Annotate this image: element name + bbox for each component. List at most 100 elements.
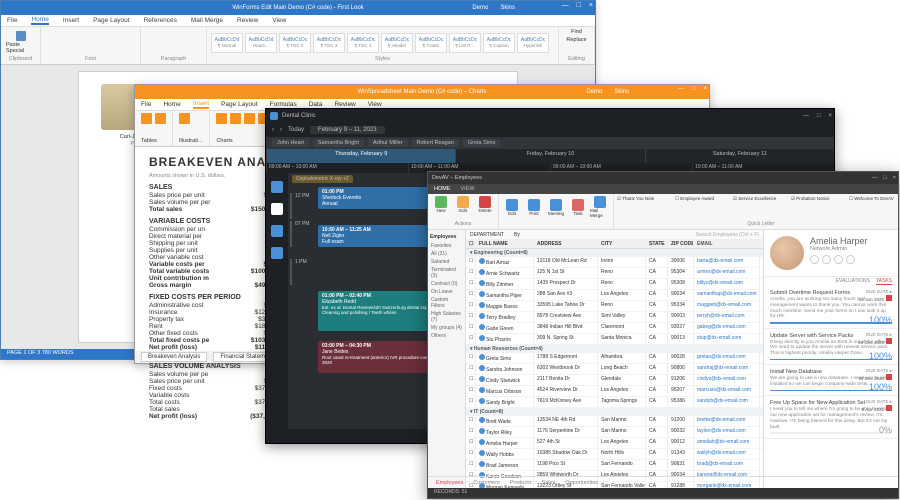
date-range[interactable]: February 9 – 11, 2023 — [310, 126, 385, 134]
minimize-icon[interactable]: — — [678, 86, 684, 92]
nav-item[interactable]: Favorites — [430, 242, 463, 250]
col-state[interactable]: STATE — [646, 240, 668, 248]
maximize-icon[interactable]: □ — [577, 2, 581, 9]
table-row[interactable]: ☐Amelia Harper527 4th StLos AngelesCA900… — [466, 438, 763, 449]
tab-insert[interactable]: Insert — [63, 17, 79, 24]
table-row[interactable]: ☐Taylor Riley1176 Serpentine DrSan Marin… — [466, 427, 763, 438]
chart-icon[interactable] — [244, 113, 255, 124]
next-icon[interactable]: › — [280, 127, 282, 133]
tab-evaluations[interactable]: EVALUATIONS — [836, 278, 870, 285]
person-chip[interactable]: Greta Sims — [463, 139, 501, 147]
find-button[interactable]: Find — [571, 29, 582, 35]
scheduler-titlebar[interactable]: Dental Clinic —□× — [266, 109, 834, 123]
col-zip[interactable]: ZIP CODE — [668, 240, 694, 248]
style-preset[interactable]: AaBbCcDcHyperlink — [517, 33, 549, 53]
data-grid[interactable]: DEPARTMENT By Search Employees (Ctrl + F… — [466, 230, 763, 488]
task-card[interactable]: DUE DATE ▸12 Jan 2020Submit Overtime Req… — [764, 286, 898, 329]
demo-link[interactable]: Demo — [472, 5, 488, 11]
group-row[interactable]: ▾ Human Resources (Count=4) — [466, 345, 763, 353]
maximize-icon[interactable]: □ — [692, 86, 696, 92]
appointment[interactable]: 10:50 AM – 11:25 AMNeil ZiglerFull exam — [318, 225, 428, 247]
crm-titlebar[interactable]: DevAV – Employees —□× — [428, 172, 898, 184]
ribbon-delete-button[interactable]: Delete — [475, 196, 495, 213]
style-preset[interactable]: AaBbCcDc¶ TOC 1 — [347, 33, 379, 53]
table-row[interactable]: ☐Sandy Bright7619 McKinney AveTagoma Spr… — [466, 397, 763, 408]
ribbon-edit-button[interactable]: Edit — [453, 196, 473, 213]
table-row[interactable]: ☐Gabe Green3848 Indian Hill BlvdClaremon… — [466, 323, 763, 334]
table-row[interactable]: ☐Samantha Piper288 San Ave #3Los Angeles… — [466, 290, 763, 301]
appointment[interactable]: 01:00 PMSherlock EverettsAnnual — [318, 187, 428, 209]
tab-home[interactable]: HOME — [434, 186, 451, 192]
style-preset[interactable]: AaBbCcDdHeadi… — [245, 33, 277, 53]
pin-icon[interactable] — [846, 255, 855, 264]
task-card[interactable]: DUE DATE ▸30 Dec 2020Install New Databas… — [764, 365, 898, 396]
ribbon-employee-award-button[interactable]: ☐ Employee Award — [675, 196, 731, 202]
column-headers[interactable]: ☐ FULL NAME ADDRESS CITY STATE ZIP CODE … — [466, 240, 763, 249]
chart-icon[interactable] — [230, 113, 241, 124]
style-preset[interactable]: AaBbCcDc¶ Footer — [415, 33, 447, 53]
paste-button[interactable]: Paste Special — [5, 30, 36, 55]
group-row[interactable]: ▾ Engineering (Count=8) — [466, 249, 763, 257]
ribbon-print-button[interactable]: Print — [524, 199, 544, 216]
tab-references[interactable]: References — [144, 17, 177, 24]
tab-review[interactable]: Review — [237, 17, 258, 24]
person-chip[interactable]: Robert Reagan — [412, 139, 459, 147]
table-row[interactable]: ☐Maggie Baxos33595 Lake Tahoe DrRenoCA95… — [466, 301, 763, 312]
tab-page-layout[interactable]: Page Layout — [93, 17, 130, 24]
ribbon-meeting-button[interactable]: Meeting — [546, 199, 566, 216]
nav-item[interactable]: High Salaries (7) — [430, 310, 463, 324]
table-row[interactable]: ☐Bart Arnaz13118 Old McLean RdIrvineCA30… — [466, 257, 763, 268]
chart-icon[interactable] — [216, 113, 227, 124]
tab-insert[interactable]: Insert — [193, 100, 209, 109]
style-preset[interactable]: AaBbCcDc¶ List P… — [449, 33, 481, 53]
task-card[interactable]: DUE DATE ▸8 Apr 2021Free Up Space for Ne… — [764, 396, 898, 439]
person-chip[interactable]: Arthur Miller — [368, 139, 408, 147]
table-icon[interactable] — [155, 113, 166, 124]
checkbox-col[interactable]: ☐ — [466, 240, 476, 248]
close-icon[interactable]: × — [828, 113, 832, 119]
tab-opportunities[interactable]: Opportunities — [565, 480, 598, 486]
word-titlebar[interactable]: WinForms Edit Main Demo (C# code) - Firs… — [1, 1, 595, 15]
style-preset[interactable]: AaBbCcDc¶ TOC 2 — [279, 33, 311, 53]
table-row[interactable]: ☐Marcus Orbison4524 Riverview DrLos Ange… — [466, 386, 763, 397]
table-row[interactable]: ☐Arnie Schwartz125 N 1st StRenoCA95304ar… — [466, 268, 763, 279]
style-preset[interactable]: AaBbCcDc¶ TOC 3 — [313, 33, 345, 53]
maximize-icon[interactable]: □ — [817, 113, 821, 119]
tab-file[interactable]: File — [7, 17, 17, 24]
style-preset[interactable]: AaBbCcDc¶ Header — [381, 33, 413, 53]
tab-review[interactable]: Review — [334, 101, 355, 108]
close-icon[interactable]: × — [893, 175, 896, 181]
nav-item[interactable]: Terminated (3) — [430, 266, 463, 280]
tab-customers[interactable]: Customers — [473, 480, 500, 486]
day-column[interactable]: Thursday, February 9 — [266, 149, 455, 163]
menu-icon[interactable] — [271, 181, 283, 193]
styles-gallery[interactable]: AaBbCcDd¶ NormalAaBbCcDdHeadi…AaBbCcDc¶ … — [211, 29, 554, 56]
tab-employees[interactable]: Employees — [436, 480, 463, 486]
nav-item[interactable]: All (21) — [430, 250, 463, 258]
col-email[interactable]: EMAIL — [694, 240, 760, 248]
ribbon-edit-button[interactable]: Edit — [502, 199, 522, 216]
day-column[interactable]: Friday, February 10 — [455, 149, 644, 163]
nav-item[interactable]: Custom Filters — [430, 296, 463, 310]
phone-icon[interactable] — [834, 255, 843, 264]
tab-mailmerge[interactable]: Mail Merge — [191, 17, 223, 24]
ribbon-probation-notice-button[interactable]: ☑ Probation Notice — [791, 196, 847, 202]
skins-link[interactable]: Skins — [614, 89, 629, 95]
style-preset[interactable]: AaBbCcDd¶ Normal — [211, 33, 243, 53]
col-address[interactable]: ADDRESS — [534, 240, 598, 248]
nav-item[interactable]: On Leave — [430, 288, 463, 296]
by-label[interactable]: By — [514, 232, 520, 238]
minimize-icon[interactable]: — — [803, 113, 809, 119]
skins-link[interactable]: Skins — [500, 5, 515, 11]
col-name[interactable]: FULL NAME — [476, 240, 534, 248]
ribbon-welcome-to-devav-button[interactable]: ☐ Welcome To DevAV — [849, 196, 900, 202]
table-row[interactable]: ☐Wally Hobbs10385 Shadow Oak DrNorth Hil… — [466, 449, 763, 460]
tab-file[interactable]: File — [141, 101, 151, 108]
style-preset[interactable]: AaBbCcDc¶ Caption — [483, 33, 515, 53]
table-row[interactable]: ☐Brett Wade13534 NE 4th RdSan MarinoCA91… — [466, 416, 763, 427]
group-row[interactable]: ▾ IT (Count=8) — [466, 408, 763, 416]
close-icon[interactable]: × — [589, 2, 593, 9]
tab-home[interactable]: Home — [163, 101, 180, 108]
tab-view[interactable]: VIEW — [461, 186, 475, 192]
day-column[interactable]: Saturday, February 11 — [645, 149, 834, 163]
